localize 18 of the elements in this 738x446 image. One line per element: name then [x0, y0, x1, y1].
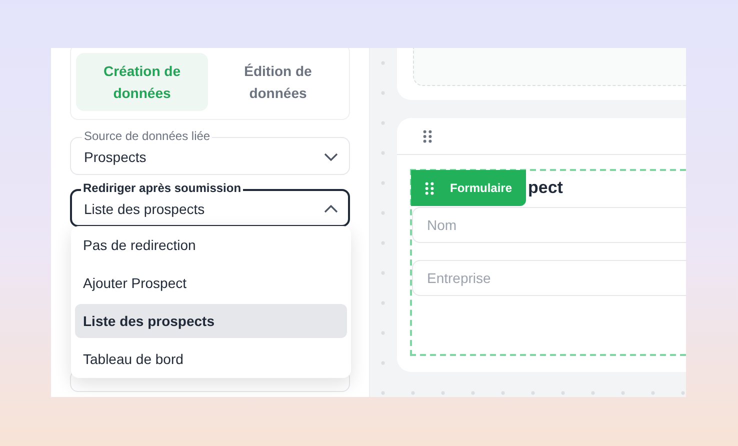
chevron-down-icon: [324, 152, 338, 160]
field-label: Source de données liée: [82, 129, 212, 143]
field-label: Rediriger après soumission: [81, 181, 244, 195]
drag-handle-icon: [425, 182, 434, 194]
select-field[interactable]: Source de données liée Prospects: [70, 129, 350, 175]
dropdown-option[interactable]: Ajouter Prospect: [75, 266, 347, 300]
mode-tab[interactable]: Édition de données: [212, 53, 344, 111]
field-value: Prospects: [84, 148, 148, 164]
chevron-up-icon: [324, 204, 338, 212]
dropdown-option[interactable]: Pas de redirection: [75, 228, 347, 263]
dropdown-option[interactable]: Tableau de bord: [75, 341, 347, 376]
field-value: Liste des prospects: [84, 200, 206, 216]
dropdown-option[interactable]: Liste des prospects: [75, 304, 347, 338]
select-field[interactable]: Rediriger après soumission Liste des prospects: [70, 181, 350, 227]
input-field[interactable]: Entreprise: [412, 260, 686, 296]
form-title: pect: [528, 177, 563, 199]
input-field[interactable]: Nom: [412, 207, 686, 243]
drag-handle-icon[interactable]: [423, 130, 432, 142]
